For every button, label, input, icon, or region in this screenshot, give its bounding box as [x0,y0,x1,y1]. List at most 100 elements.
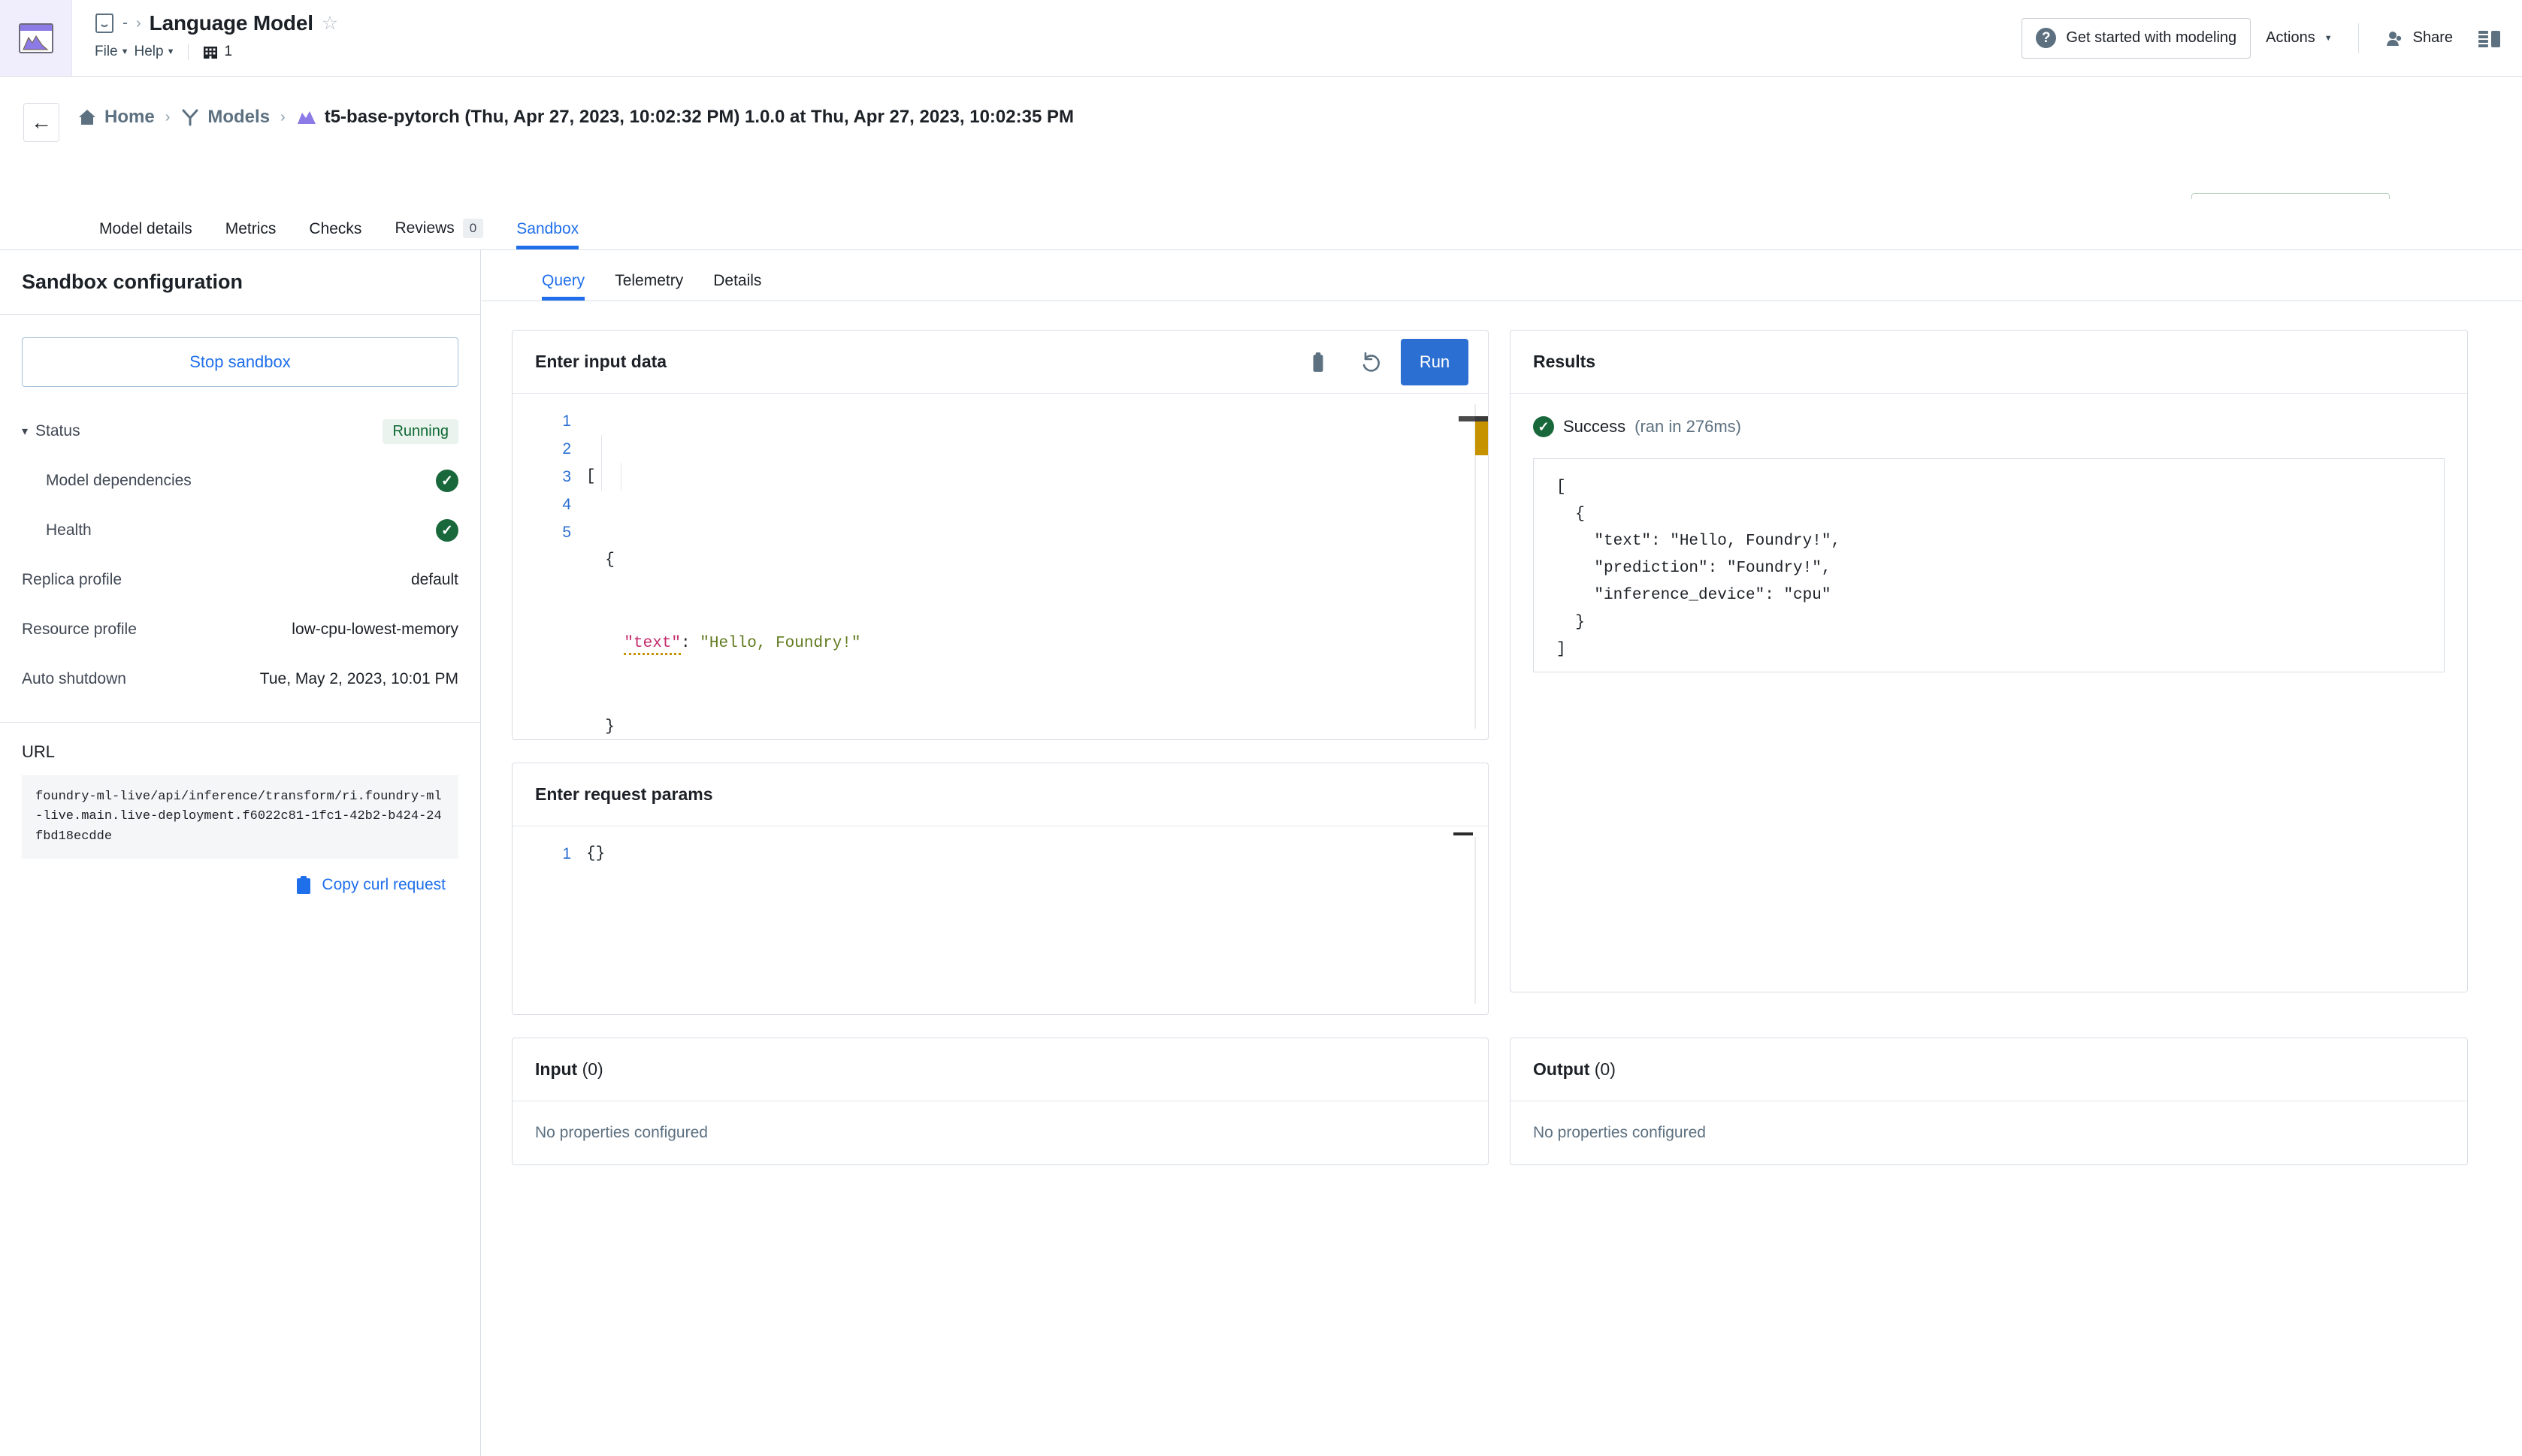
breadcrumb-dash: - [122,14,128,32]
output-properties-header: Output (0) [1510,1038,2467,1101]
chevron-down-icon: ▾ [22,425,29,438]
stop-sandbox-button[interactable]: Stop sandbox [22,337,458,387]
breadcrumb-bar: ← Home › Models › t5-base-pytorch (Thu, … [0,77,2522,246]
chevron-down-icon: ▼ [166,47,175,56]
tab-reviews[interactable]: Reviews 0 [378,219,500,249]
chevron-right-icon: › [165,108,171,125]
mountain-glyph [22,35,49,50]
home-icon [79,110,95,125]
paste-clipboard-icon[interactable] [1302,346,1335,379]
menu-file[interactable]: File ▼ [95,44,129,60]
run-button[interactable]: Run [1401,338,1468,385]
sandbox-config-sidebar: Sandbox configuration Stop sandbox ▾ Sta… [0,250,481,1456]
person-icon [2386,31,2401,46]
header-actions-button[interactable]: Actions ▼ [2251,18,2347,59]
results-body: ✓ Success (ran in 276ms) [ { "text": "He… [1510,394,2467,672]
check-circle-icon: ✓ [1533,416,1554,437]
input-properties-empty: No properties configured [535,1124,708,1141]
input-code: [ { "text": "Hello, Foundry!" } ] [586,468,861,736]
url-label: URL [22,742,56,761]
check-circle-icon: ✓ [436,470,458,492]
output-properties-card: Output (0) No properties configured [1510,1038,2468,1165]
copy-curl-request-button[interactable]: Copy curl request [0,859,480,895]
app-header: - › Language Model ☆ File ▼ Help ▼ 1 ? G… [0,0,2522,77]
breadcrumb-item-current: t5-base-pytorch (Thu, Apr 27, 2023, 10:0… [296,107,1074,128]
warning-marker [1475,416,1488,455]
divider [188,44,189,60]
results-status-detail: (ran in 276ms) [1634,417,1741,436]
input-column: Enter input data Run 1 2 3 4 5 [{"text… [512,330,1489,1015]
json-key: "text" [624,635,682,655]
reviews-count-badge: 0 [462,219,484,238]
tab-checks[interactable]: Checks [292,220,378,249]
request-params-editor[interactable]: 1 {} [513,826,1488,1014]
tab-model-details[interactable]: Model details [83,220,209,249]
minimap-marker-top [1475,416,1488,421]
menu-bar: File ▼ Help ▼ 1 [95,38,2022,66]
branch-icon [182,109,198,126]
question-circle-icon: ? [2036,28,2057,48]
arrow-left-icon: ← [31,110,52,134]
title-row: - › Language Model ☆ [95,8,2022,39]
mountain-chart-icon [18,23,53,53]
input-properties-card: Input (0) No properties configured [512,1038,1489,1165]
tab-metrics[interactable]: Metrics [209,220,293,249]
title-area: - › Language Model ☆ File ▼ Help ▼ 1 [72,0,2022,76]
sandbox-subtabs: Query Telemetry Details [482,250,2522,301]
input-data-header: Enter input data Run [513,331,1488,394]
subtab-telemetry[interactable]: Telemetry [600,272,698,301]
subtab-details[interactable]: Details [698,272,776,301]
breadcrumb-item-models[interactable]: Models [180,107,270,128]
status-label: Status [35,422,80,440]
status-row[interactable]: ▾ Status Running [0,406,480,456]
results-title: Results [1533,352,1596,371]
subtab-query[interactable]: Query [527,272,600,301]
input-data-title: Enter input data [535,352,667,371]
results-status-text: Success [1563,417,1626,436]
primary-tabs: Model details Metrics Checks Reviews 0 S… [0,199,2522,250]
star-outline-icon[interactable]: ☆ [322,14,338,33]
input-properties-title: Input (0) [535,1059,603,1079]
json-value: "Hello, Foundry!" [700,635,861,652]
row-auto-shutdown: Auto shutdown Tue, May 2, 2023, 10:01 PM [22,670,458,687]
check-circle-icon: ✓ [436,519,458,542]
editor-scrollbar[interactable] [1474,837,1476,1004]
request-params-card: Enter request params 1 {} [512,763,1489,1015]
org-chip[interactable]: 1 [202,44,232,60]
sidebar-header: Sandbox configuration [0,250,480,315]
reset-undo-icon[interactable] [1354,346,1387,379]
main-content: Query Telemetry Details Enter input data [482,250,2522,1456]
line-numbers: 1 2 3 4 5 [562,412,571,541]
chevron-right-icon: › [280,108,286,125]
request-params-header: Enter request params [513,763,1488,826]
get-started-button[interactable]: ? Get started with modeling [2022,17,2251,59]
request-params-title: Enter request params [535,784,713,804]
back-button[interactable]: ← [23,103,59,142]
collapse-minus-icon[interactable] [1453,832,1473,835]
right-panel-toggle-icon[interactable] [2468,27,2502,50]
org-building-icon [204,47,218,59]
results-json: [ { "text": "Hello, Foundry!", "predicti… [1533,458,2445,672]
results-header: Results [1510,331,2467,394]
results-column: Results ✓ Success (ran in 276ms) [ { "te… [1510,330,2468,1015]
query-row: Enter input data Run 1 2 3 4 5 [{"text… [512,330,2477,1015]
page-title: Language Model [149,11,313,35]
output-properties-empty: No properties configured [1533,1124,1706,1141]
org-count: 1 [224,44,233,59]
breadcrumb: Home › Models › t5-base-pytorch (Thu, Ap… [77,107,1074,128]
input-data-editor[interactable]: 1 2 3 4 5 [ { "text": "Hello, Foundry!" [513,394,1488,739]
sidebar-heading: Sandbox configuration [22,270,243,293]
chevron-down-icon: ▼ [2324,33,2333,43]
document-icon [95,12,114,35]
input-data-card: Enter input data Run 1 2 3 4 5 [{"text… [512,330,1489,740]
io-row: Input (0) No properties configured Outpu… [512,1038,2477,1165]
share-button[interactable]: Share [2369,18,2468,59]
row-model-dependencies: Model dependencies ✓ [0,456,480,506]
app-launcher-button[interactable] [0,0,72,76]
tab-sandbox[interactable]: Sandbox [500,220,595,249]
menu-help[interactable]: Help ▼ [135,44,175,60]
header-actions: ? Get started with modeling Actions ▼ Sh… [2022,0,2522,76]
row-replica-profile: Replica profile default [22,571,458,588]
get-started-label: Get started with modeling [2066,29,2237,46]
breadcrumb-item-home[interactable]: Home [77,107,155,128]
